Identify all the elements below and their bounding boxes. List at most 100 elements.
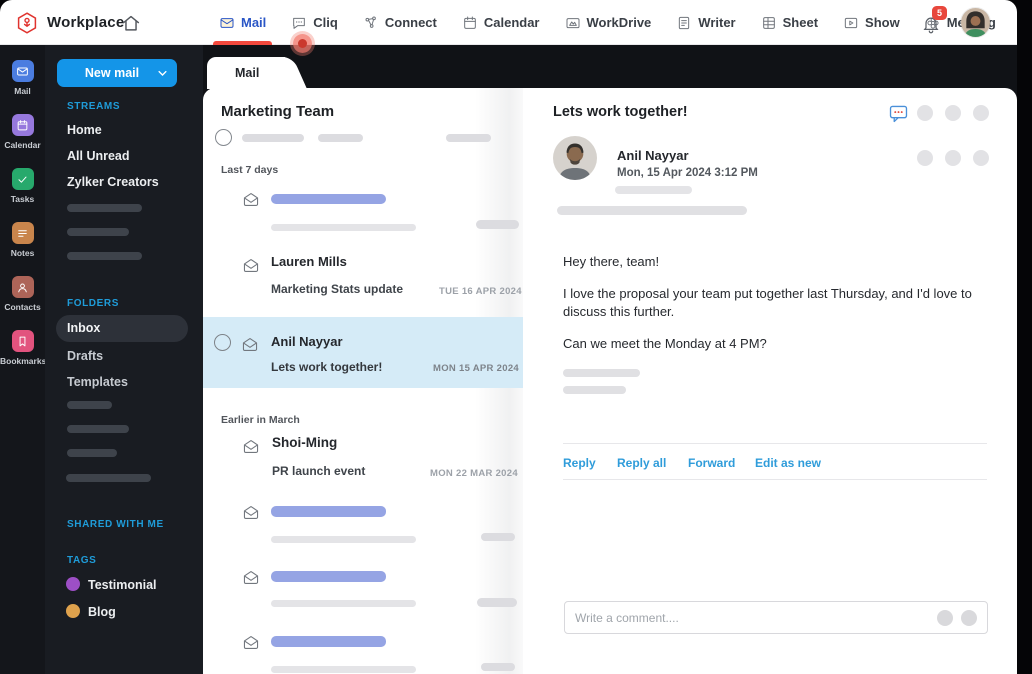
rail-item-tasks[interactable]: Tasks <box>0 168 45 204</box>
nav-show[interactable]: Show <box>843 0 900 45</box>
message-sender[interactable]: Shoi-Ming <box>272 435 337 450</box>
skeleton-bar <box>67 252 142 260</box>
message-subject[interactable]: PR launch event <box>272 464 365 478</box>
new-mail-label: New mail <box>84 66 140 80</box>
skeleton-bar <box>563 386 626 394</box>
skeleton-bar <box>67 228 129 236</box>
sidebar-item-all-unread[interactable]: All Unread <box>67 149 130 163</box>
nav-workdrive[interactable]: WorkDrive <box>565 0 652 45</box>
skeleton-date-bar <box>481 533 515 541</box>
edit-as-new-link[interactable]: Edit as new <box>755 456 821 470</box>
user-avatar[interactable] <box>961 8 990 37</box>
reading-datetime: Mon, 15 Apr 2024 3:12 PM <box>617 167 758 179</box>
message-date: TUE 16 APR 2024 <box>439 286 522 297</box>
nav-writer[interactable]: Writer <box>676 0 736 45</box>
sidebar-item-tag-blog[interactable]: Blog <box>88 605 116 619</box>
header-action-circle[interactable] <box>973 105 989 121</box>
sheet-icon <box>762 16 775 29</box>
comment-action-circle[interactable] <box>961 609 977 626</box>
open-envelope-icon <box>242 438 260 454</box>
header-action-circle[interactable] <box>917 105 933 121</box>
mail-group-title: Marketing Team <box>221 103 335 120</box>
reply-all-link[interactable]: Reply all <box>617 456 666 470</box>
rail-label: Notes <box>10 248 35 258</box>
nav-calendar[interactable]: Calendar <box>462 0 540 45</box>
rail-item-contacts[interactable]: Contacts <box>0 276 45 312</box>
skeleton-bar <box>67 401 112 409</box>
nav-sheet[interactable]: Sheet <box>761 0 818 45</box>
mail-sidebar: New mail STREAMS Home All Unread Zylker … <box>45 45 203 674</box>
nav-label: Connect <box>384 15 437 30</box>
sidebar-item-drafts[interactable]: Drafts <box>67 349 103 363</box>
top-nav: Mail Cliq Connect Calendar WorkDrive Wri… <box>212 0 996 45</box>
rail-label: Calendar <box>4 140 41 150</box>
sidebar-item-inbox[interactable]: Inbox <box>67 321 100 335</box>
skeleton-bar <box>67 449 117 457</box>
sender-avatar <box>553 136 597 180</box>
skeleton-bar <box>446 134 491 142</box>
sidebar-item-zylker-creators[interactable]: Zylker Creators <box>67 175 159 189</box>
rail-item-bookmarks[interactable]: Bookmarks <box>0 330 46 366</box>
sidebar-item-templates[interactable]: Templates <box>67 375 128 389</box>
skeleton-date-bar <box>477 598 517 607</box>
skeleton-bar <box>271 600 416 607</box>
message-subject[interactable]: Marketing Stats update <box>271 282 403 296</box>
message-sender[interactable]: Anil Nayyar <box>271 334 343 349</box>
skeleton-sender-bar <box>271 506 386 517</box>
rail-item-notes[interactable]: Notes <box>0 222 45 258</box>
forward-link[interactable]: Forward <box>688 456 735 470</box>
tasks-app-icon <box>11 168 34 190</box>
skeleton-bar <box>563 369 640 377</box>
message-radio[interactable] <box>214 334 231 351</box>
message-sender[interactable]: Lauren Mills <box>271 254 347 269</box>
nav-connect[interactable]: Connect <box>363 0 437 45</box>
open-envelope-icon <box>242 191 260 207</box>
divider <box>563 479 987 480</box>
select-all-radio[interactable] <box>215 129 232 146</box>
contacts-app-icon <box>11 276 34 298</box>
writer-icon <box>679 16 690 29</box>
notification-count-badge: 5 <box>932 6 947 20</box>
tour-pulse-dot[interactable] <box>293 34 312 53</box>
header-action-circle[interactable] <box>945 105 961 121</box>
message-action-circle[interactable] <box>973 150 989 166</box>
message-action-circle[interactable] <box>945 150 961 166</box>
tag-color-dot <box>66 604 80 618</box>
rail-label: Mail <box>14 86 31 96</box>
message-row-selected[interactable] <box>203 317 523 388</box>
message-subject[interactable]: Lets work together! <box>271 360 382 374</box>
chevron-down-icon <box>158 70 167 76</box>
streams-section-label: STREAMS <box>67 101 121 112</box>
nav-mail[interactable]: Mail <box>212 0 273 45</box>
body-text: Hey there, team! <box>563 254 660 269</box>
comments-icon[interactable] <box>889 104 908 123</box>
skeleton-bar <box>67 204 142 212</box>
open-envelope-icon <box>242 504 260 520</box>
comment-box <box>564 601 988 634</box>
notes-app-icon <box>11 222 34 244</box>
open-envelope-icon <box>242 257 260 273</box>
skeleton-bar <box>557 206 747 215</box>
skeleton-bar <box>271 666 416 673</box>
nav-label: WorkDrive <box>586 15 652 30</box>
sidebar-item-tag-testimonial[interactable]: Testimonial <box>88 578 157 592</box>
message-action-circle[interactable] <box>917 150 933 166</box>
body-text: discuss this further. <box>563 304 675 319</box>
network-icon <box>365 15 376 28</box>
rail-item-mail[interactable]: Mail <box>0 60 45 96</box>
nav-label: Sheet <box>782 15 819 30</box>
reading-subject: Lets work together! <box>553 104 688 120</box>
open-envelope-icon <box>241 336 259 352</box>
new-mail-button[interactable]: New mail <box>57 59 177 87</box>
body-text: Can we meet the Monday at 4 PM? <box>563 336 767 351</box>
home-icon[interactable] <box>120 12 142 34</box>
app-window: Workplace Mail Cliq Connect Calendar Wor… <box>0 0 1032 674</box>
sidebar-item-home[interactable]: Home <box>67 123 102 137</box>
brand[interactable]: Workplace <box>15 0 124 45</box>
comment-action-circle[interactable] <box>937 609 953 626</box>
comment-input[interactable] <box>575 610 929 625</box>
list-section-recent: Last 7 days <box>221 164 279 176</box>
rail-item-calendar[interactable]: Calendar <box>0 114 45 150</box>
nav-label: Mail <box>241 15 267 30</box>
reply-link[interactable]: Reply <box>563 456 596 470</box>
